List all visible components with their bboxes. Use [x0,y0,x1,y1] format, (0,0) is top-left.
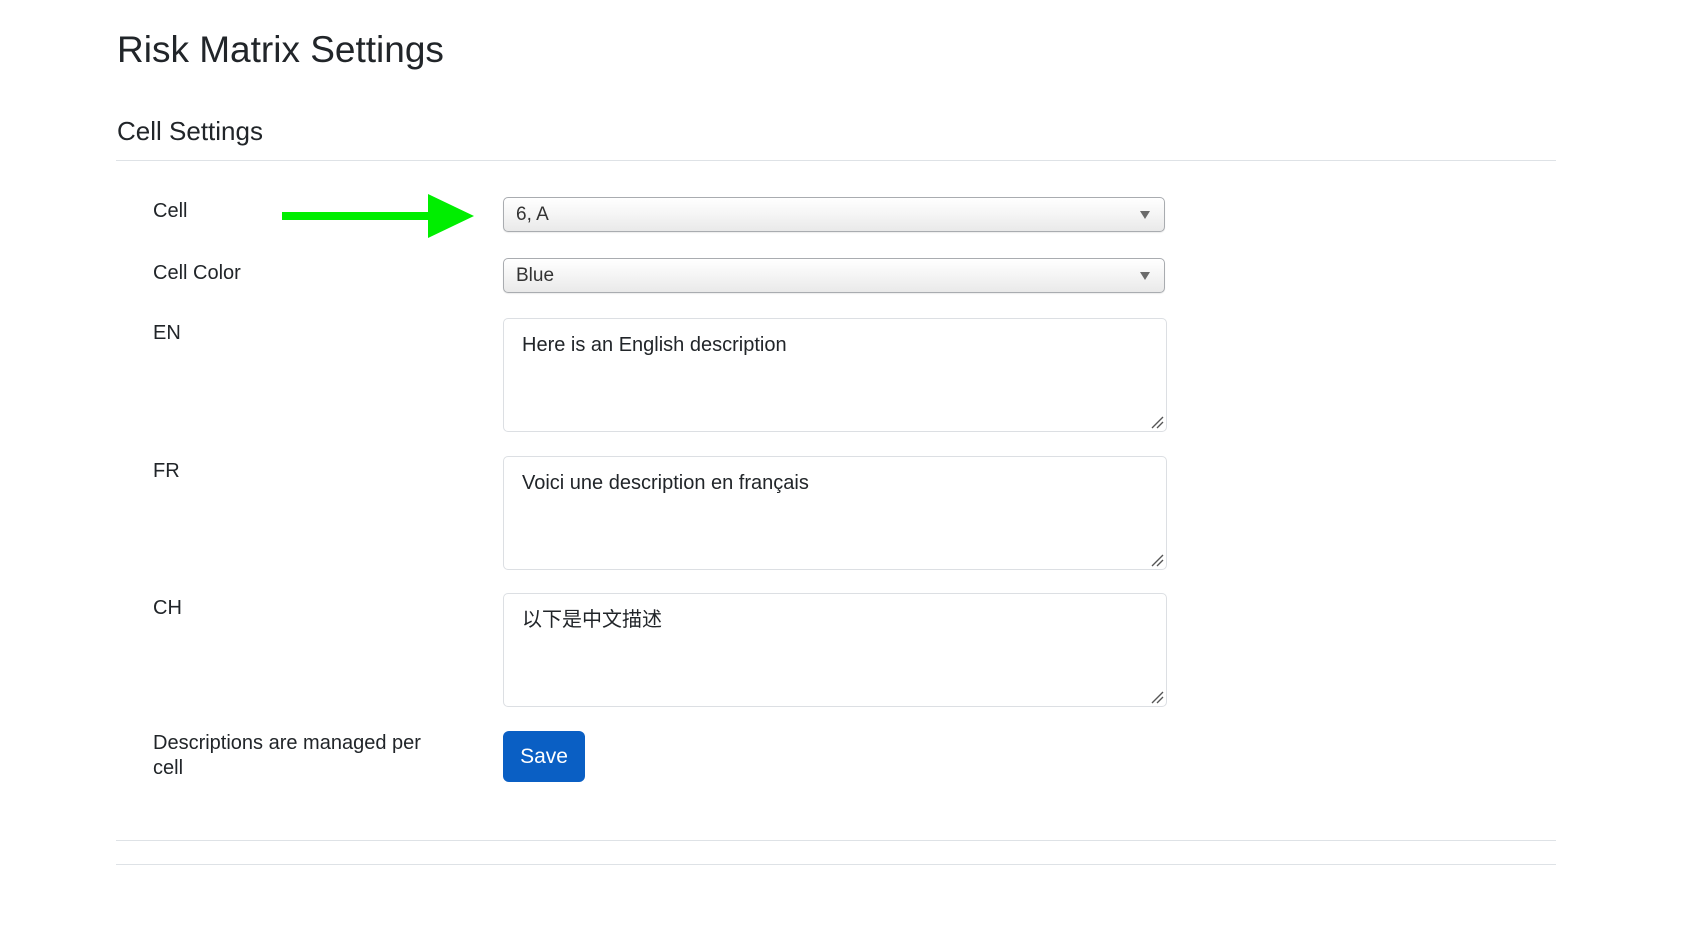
cell-color-select[interactable]: Blue [503,258,1165,293]
chevron-down-icon [1140,211,1150,219]
section-title: Cell Settings [117,116,263,146]
section-divider [116,160,1556,161]
fr-description-text: Voici une description en français [522,472,809,494]
ch-label: CH [153,597,182,619]
fr-description-textarea[interactable]: Voici une description en français [503,456,1167,570]
save-button[interactable]: Save [503,731,585,782]
page-title: Risk Matrix Settings [117,29,444,70]
cell-color-label: Cell Color [153,262,241,284]
resize-handle-icon[interactable] [1150,553,1164,567]
form-footer-divider [116,840,1556,841]
fr-label: FR [153,460,180,482]
en-label: EN [153,322,181,344]
ch-description-text: 以下是中文描述 [522,609,662,631]
right-arrow-icon [282,194,474,238]
en-description-text: Here is an English description [522,334,787,356]
en-description-textarea[interactable]: Here is an English description [503,318,1167,432]
ch-description-textarea[interactable]: 以下是中文描述 [503,593,1167,707]
chevron-down-icon [1140,272,1150,280]
cell-select-value: 6, A [516,204,549,225]
descriptions-note: Descriptions are managed per cell [153,732,421,779]
cell-label: Cell [153,200,188,222]
cell-select[interactable]: 6, A [503,197,1165,232]
cell-color-select-value: Blue [516,265,555,286]
resize-handle-icon[interactable] [1150,690,1164,704]
resize-handle-icon[interactable] [1150,415,1164,429]
page-footer-divider [116,864,1556,865]
